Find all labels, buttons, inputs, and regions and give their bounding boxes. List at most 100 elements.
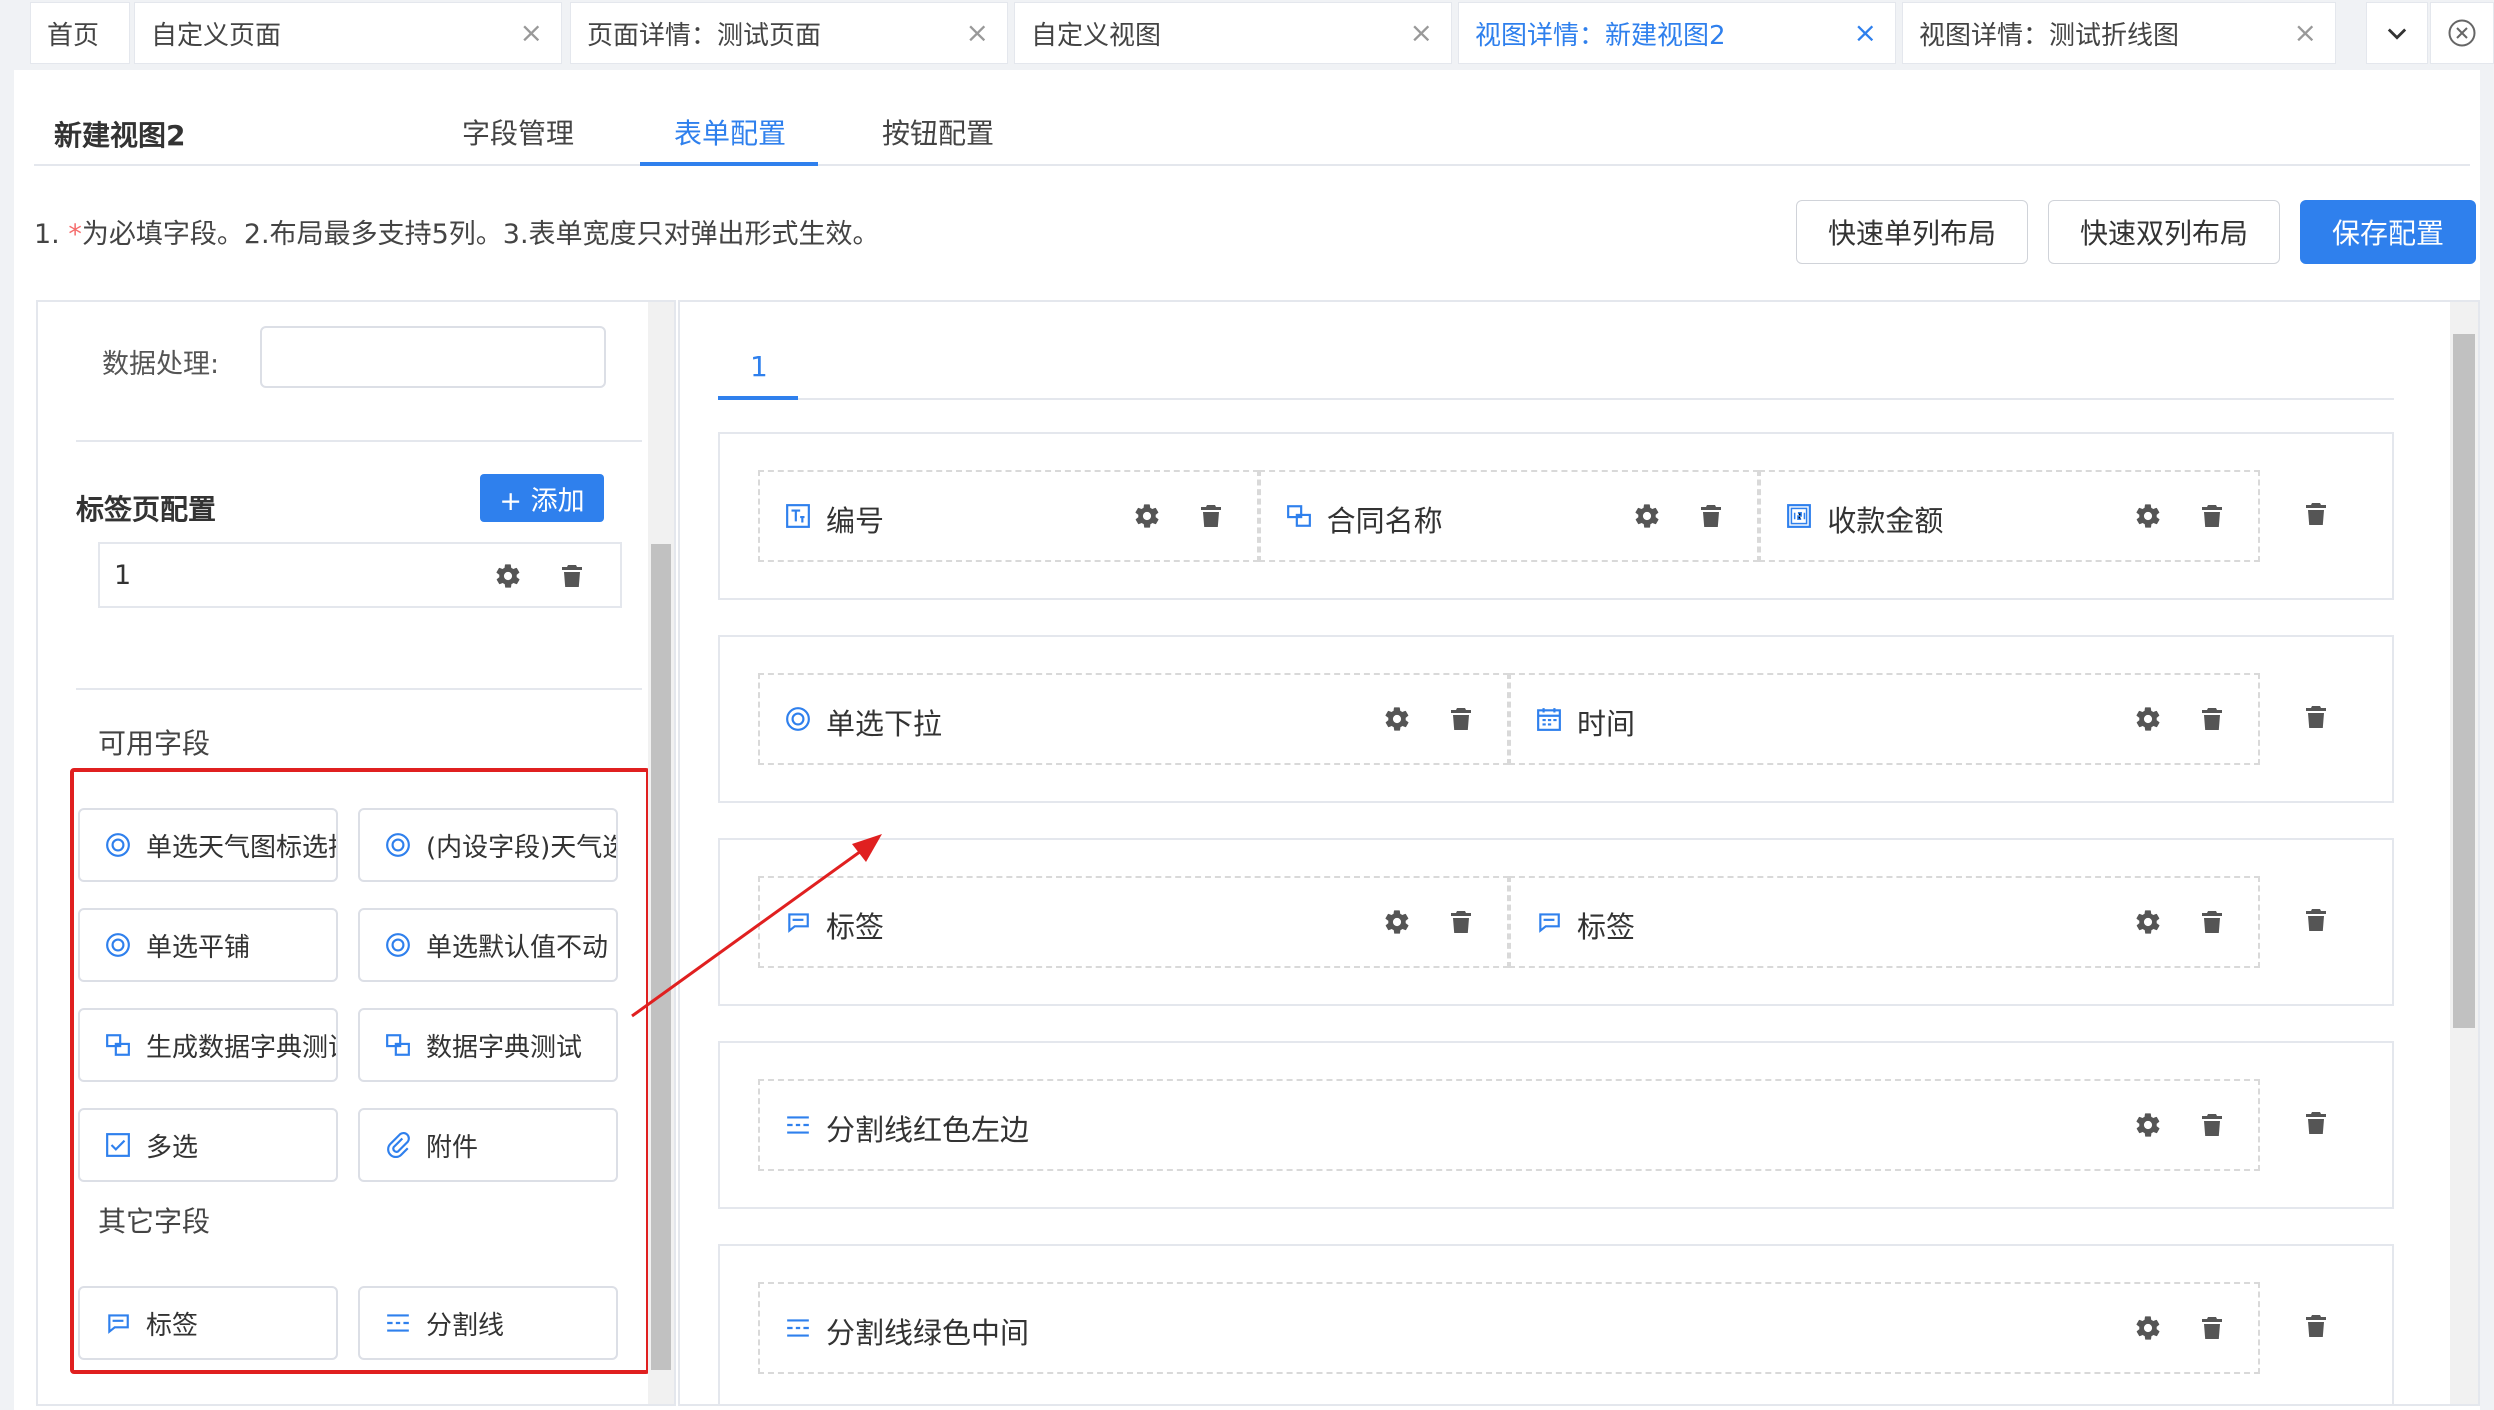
scrollbar-thumb[interactable] bbox=[651, 544, 671, 1370]
delete-row-trash-icon[interactable] bbox=[2300, 498, 2332, 530]
scrollbar-thumb[interactable] bbox=[2453, 334, 2475, 1028]
annotation-highlight-box bbox=[70, 768, 650, 1374]
form-field-label: 分割线绿色中间 bbox=[826, 1316, 1030, 1350]
trash-icon[interactable] bbox=[2196, 1312, 2228, 1344]
tab-view-detail-new[interactable]: 视图详情：新建视图2 × bbox=[1458, 2, 1896, 64]
calendar-icon bbox=[1535, 705, 1563, 733]
gear-icon[interactable] bbox=[2132, 1312, 2164, 1344]
form-field-cell[interactable]: 合同名称 bbox=[1258, 470, 1760, 562]
single-column-layout-button[interactable]: 快速单列布局 bbox=[1796, 200, 2028, 264]
delete-row-trash-icon[interactable] bbox=[2300, 1310, 2332, 1342]
tab-field-management[interactable]: 字段管理 bbox=[462, 112, 574, 152]
config-subtabs: 新建视图2 字段管理 表单配置 按钮配置 bbox=[34, 70, 2470, 166]
double-column-layout-button[interactable]: 快速双列布局 bbox=[2048, 200, 2280, 264]
form-row: 标签 标签 bbox=[718, 838, 2394, 1006]
gear-icon[interactable] bbox=[1381, 703, 1413, 735]
radio-icon bbox=[784, 705, 812, 733]
form-hint: 1. *为必填字段。2.布局最多支持5列。3.表单宽度只对弹出形式生效。 bbox=[34, 212, 880, 251]
divider-icon bbox=[784, 1111, 812, 1139]
form-field-cell[interactable]: 分割线绿色中间 bbox=[758, 1282, 2260, 1374]
add-tab-button[interactable]: + 添加 bbox=[480, 474, 604, 522]
form-field-label: 合同名称 bbox=[1326, 504, 1443, 538]
page-title: 新建视图2 bbox=[54, 119, 186, 152]
trash-icon[interactable] bbox=[2196, 703, 2228, 735]
save-config-button[interactable]: 保存配置 bbox=[2300, 200, 2476, 264]
tab-custom-view[interactable]: 自定义视图 × bbox=[1014, 2, 1452, 64]
active-tab-indicator bbox=[718, 396, 798, 400]
trash-icon[interactable] bbox=[1695, 500, 1727, 532]
tab-page-detail[interactable]: 页面详情：测试页面 × bbox=[570, 2, 1008, 64]
form-tab[interactable]: 1 bbox=[750, 350, 768, 383]
delete-row-trash-icon[interactable] bbox=[2300, 1107, 2332, 1139]
form-field-label: 编号 bbox=[826, 504, 885, 538]
close-icon[interactable]: × bbox=[1854, 17, 1877, 49]
field-palette: 数据处理: 标签页配置 + 添加 1 可用字段 其它字段 单选天气图标选择 (内… bbox=[36, 300, 676, 1406]
data-processing-input[interactable] bbox=[260, 326, 606, 388]
tab-label: 自定义视图 bbox=[1031, 20, 1162, 51]
close-icon[interactable]: × bbox=[966, 17, 989, 49]
trash-icon[interactable] bbox=[2196, 500, 2228, 532]
gear-icon[interactable] bbox=[2132, 906, 2164, 938]
trash-icon[interactable] bbox=[2196, 1109, 2228, 1141]
form-layout-canvas: 1 编号 合同名称 收款金额单选下拉 时间标签 标签分割线红色左边分割线绿色中间 bbox=[678, 300, 2480, 1406]
close-icon[interactable]: × bbox=[2294, 17, 2317, 49]
form-row: 编号 合同名称 收款金额 bbox=[718, 432, 2394, 600]
form-field-cell[interactable]: 分割线红色左边 bbox=[758, 1079, 2260, 1171]
close-icon[interactable]: × bbox=[520, 17, 543, 49]
trash-icon[interactable] bbox=[556, 560, 588, 592]
gear-icon[interactable] bbox=[492, 560, 524, 592]
trash-icon[interactable] bbox=[1445, 906, 1477, 938]
form-field-cell[interactable]: 编号 bbox=[758, 470, 1259, 562]
scrollbar[interactable] bbox=[648, 302, 674, 1404]
form-field-cell[interactable]: 标签 bbox=[1509, 876, 2260, 968]
close-icon[interactable]: × bbox=[1410, 17, 1433, 49]
gear-icon[interactable] bbox=[1381, 906, 1413, 938]
form-field-cell[interactable]: 单选下拉 bbox=[758, 673, 1509, 765]
form-field-label: 收款金额 bbox=[1827, 504, 1944, 538]
divider bbox=[76, 688, 642, 690]
form-field-cell[interactable]: 收款金额 bbox=[1759, 470, 2260, 562]
tab-label: 视图详情：新建视图2 bbox=[1475, 20, 1726, 51]
form-row: 分割线绿色中间 bbox=[718, 1244, 2394, 1404]
chevron-down-icon[interactable] bbox=[2366, 2, 2428, 64]
tab-config-title: 标签页配置 bbox=[76, 493, 217, 526]
tab-config-item-label: 1 bbox=[114, 560, 132, 591]
form-field-cell[interactable]: 时间 bbox=[1509, 673, 2260, 765]
gear-icon[interactable] bbox=[1631, 500, 1663, 532]
tab-view-detail-line[interactable]: 视图详情：测试折线图 × bbox=[1902, 2, 2336, 64]
divider-icon bbox=[784, 1314, 812, 1342]
trash-icon[interactable] bbox=[1445, 703, 1477, 735]
form-row: 单选下拉 时间 bbox=[718, 635, 2394, 803]
trash-icon[interactable] bbox=[2196, 906, 2228, 938]
scrollbar[interactable] bbox=[2450, 302, 2478, 1404]
trash-icon[interactable] bbox=[1195, 500, 1227, 532]
delete-row-trash-icon[interactable] bbox=[2300, 701, 2332, 733]
text-field-icon bbox=[784, 502, 812, 530]
tab-label: 首页 bbox=[47, 20, 100, 51]
gear-icon[interactable] bbox=[2132, 703, 2164, 735]
label-icon bbox=[1535, 908, 1563, 936]
tab-label: 视图详情：测试折线图 bbox=[1919, 20, 2180, 51]
gear-icon[interactable] bbox=[2132, 1109, 2164, 1141]
active-tab-indicator bbox=[640, 162, 818, 166]
hint-prefix: 1. bbox=[34, 219, 69, 250]
tab-form-config[interactable]: 表单配置 bbox=[674, 112, 786, 152]
delete-row-trash-icon[interactable] bbox=[2300, 904, 2332, 936]
tab-label: 自定义页面 bbox=[151, 20, 282, 51]
tab-home[interactable]: 首页 bbox=[30, 2, 130, 64]
view-config-panel: 新建视图2 字段管理 表单配置 按钮配置 1. *为必填字段。2.布局最多支持5… bbox=[14, 70, 2480, 1410]
form-field-cell[interactable]: 标签 bbox=[758, 876, 1509, 968]
gear-icon[interactable] bbox=[1131, 500, 1163, 532]
required-mark: * bbox=[68, 219, 82, 250]
close-all-icon[interactable] bbox=[2430, 2, 2494, 64]
gear-icon[interactable] bbox=[2132, 500, 2164, 532]
tab-button-config[interactable]: 按钮配置 bbox=[882, 112, 994, 152]
divider bbox=[76, 440, 642, 442]
form-field-label: 时间 bbox=[1577, 707, 1636, 741]
number-icon bbox=[1785, 502, 1813, 530]
form-row: 分割线红色左边 bbox=[718, 1041, 2394, 1209]
divider bbox=[718, 398, 2394, 400]
tab-bar: 首页 自定义页面 × 页面详情：测试页面 × 自定义视图 × 视图详情：新建视图… bbox=[0, 0, 2494, 66]
data-processing-label: 数据处理: bbox=[102, 349, 220, 380]
tab-custom-page[interactable]: 自定义页面 × bbox=[134, 2, 562, 64]
